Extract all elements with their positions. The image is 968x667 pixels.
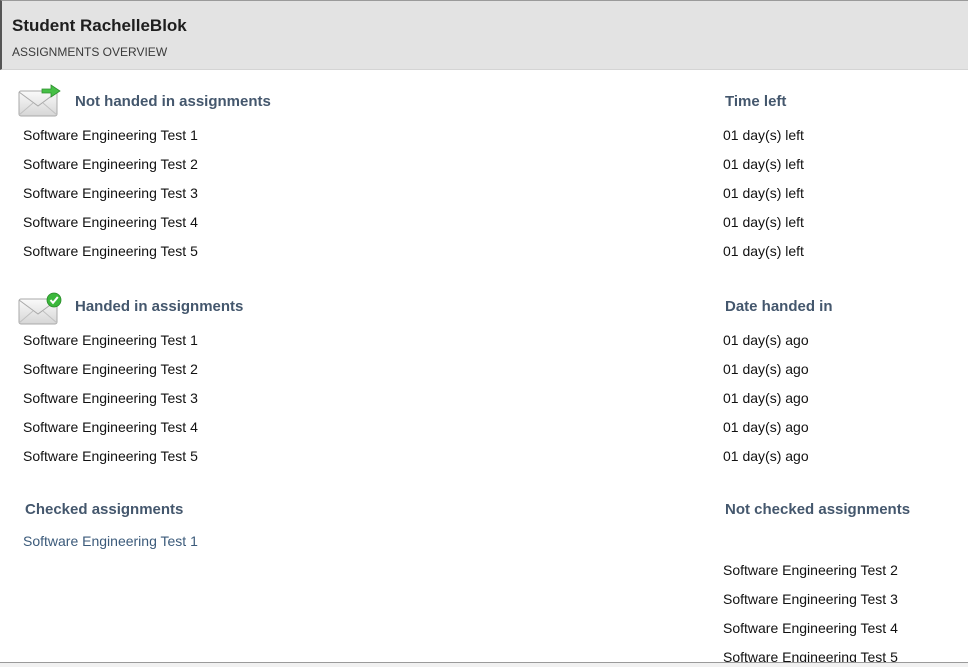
not-handed-in-assignment: Software Engineering Test 3: [23, 185, 198, 201]
not-checked-assignment: Software Engineering Test 2: [723, 562, 898, 578]
date-handed-in-heading: Date handed in: [725, 298, 833, 315]
date-handed-in-value: 01 day(s) ago: [723, 332, 809, 348]
time-left-value: 01 day(s) left: [723, 127, 804, 143]
time-left-value: 01 day(s) left: [723, 214, 804, 230]
handed-in-heading: Handed in assignments: [75, 298, 244, 315]
checked-assignment-link[interactable]: Software Engineering Test 1: [23, 533, 198, 549]
date-handed-in-value: 01 day(s) ago: [723, 390, 809, 406]
handed-in-assignment: Software Engineering Test 4: [23, 419, 198, 435]
not-handed-in-assignment: Software Engineering Test 2: [23, 156, 198, 172]
mail-check-icon: [18, 292, 62, 325]
time-left-value: 01 day(s) left: [723, 243, 804, 259]
time-left-value: 01 day(s) left: [723, 156, 804, 172]
mail-arrow-icon: [18, 84, 61, 117]
handed-in-assignment: Software Engineering Test 1: [23, 332, 198, 348]
not-handed-in-assignment: Software Engineering Test 5: [23, 243, 198, 259]
handed-in-assignment: Software Engineering Test 5: [23, 448, 198, 464]
date-handed-in-value: 01 day(s) ago: [723, 419, 809, 435]
not-handed-in-assignment: Software Engineering Test 4: [23, 214, 198, 230]
time-left-heading: Time left: [725, 93, 787, 110]
date-handed-in-value: 01 day(s) ago: [723, 361, 809, 377]
not-checked-heading: Not checked assignments: [725, 501, 911, 518]
handed-in-assignment: Software Engineering Test 2: [23, 361, 198, 377]
handed-in-assignment: Software Engineering Test 3: [23, 390, 198, 406]
page-header: Student RachelleBlok ASSIGNMENTS OVERVIE…: [0, 0, 968, 70]
date-handed-in-value: 01 day(s) ago: [723, 448, 809, 464]
time-left-value: 01 day(s) left: [723, 185, 804, 201]
not-handed-in-assignment: Software Engineering Test 1: [23, 127, 198, 143]
window-bottom-edge: [0, 662, 968, 667]
student-name: Student RachelleBlok: [12, 16, 187, 35]
not-checked-assignment: Software Engineering Test 3: [723, 591, 898, 607]
not-checked-assignment: Software Engineering Test 4: [723, 620, 898, 636]
assignments-overview-page: Student RachelleBlok ASSIGNMENTS OVERVIE…: [0, 0, 968, 667]
page-subtitle: ASSIGNMENTS OVERVIEW: [12, 45, 168, 59]
not-handed-in-heading: Not handed in assignments: [75, 93, 271, 110]
checked-heading: Checked assignments: [25, 501, 184, 518]
